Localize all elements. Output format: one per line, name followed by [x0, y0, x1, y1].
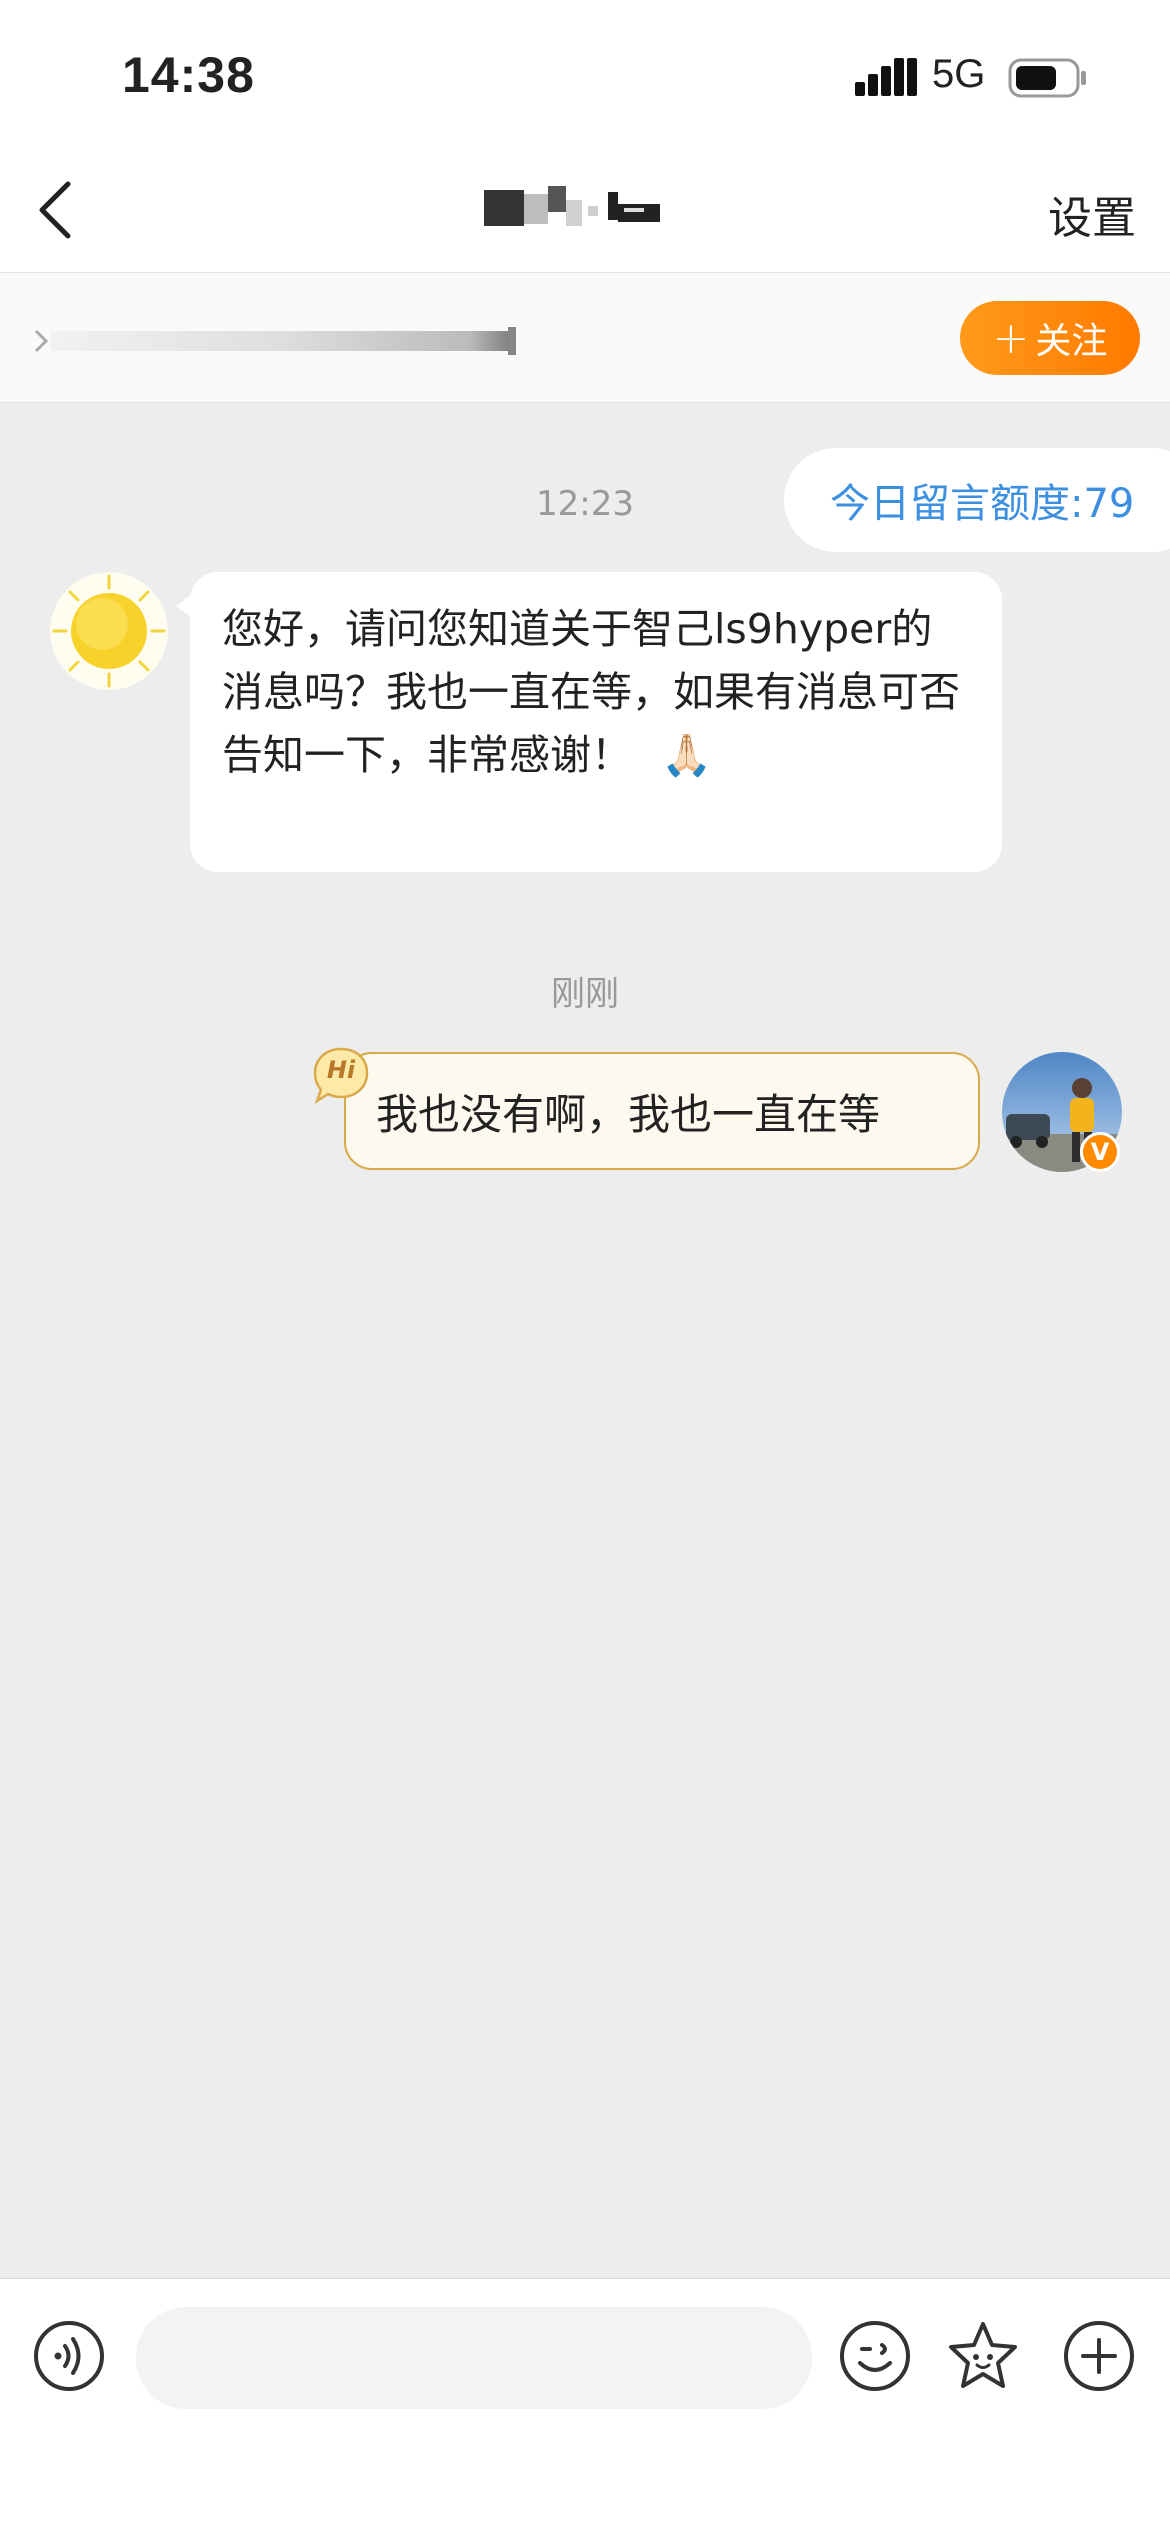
sent-message-bubble[interactable]: 我也没有啊，我也一直在等 [344, 1052, 980, 1170]
plus-circle-icon[interactable] [1062, 2319, 1136, 2393]
network-type: 5G [932, 52, 986, 96]
received-message-text: 您好，请问您知道关于智己ls9hyper的消息吗？我也一直在等，如果有消息可否告… [222, 605, 960, 779]
redacted-title-mask [484, 186, 660, 226]
timestamp: 12:23 [536, 484, 634, 524]
plus-icon: + [992, 312, 1030, 364]
hi-badge-icon: Hi [312, 1046, 370, 1104]
folded-hands-emoji: 🙏🏻 [661, 731, 713, 779]
follow-button[interactable]: + 关注 [960, 301, 1140, 375]
status-time: 14:38 [122, 47, 255, 103]
back-arrow-icon[interactable] [30, 172, 90, 244]
signal-icon [855, 58, 917, 96]
battery-icon [1008, 58, 1086, 98]
follow-bar: + 关注 [0, 273, 1170, 403]
follow-label: 关注 [1035, 321, 1108, 362]
received-message-bubble[interactable]: 您好，请问您知道关于智己ls9hyper的消息吗？我也一直在等，如果有消息可否告… [176, 572, 1002, 872]
settings-button[interactable]: 设置 [1048, 182, 1136, 246]
input-bar [0, 2278, 1170, 2533]
contact-avatar[interactable] [50, 572, 168, 690]
sticker-icon[interactable] [946, 2319, 1020, 2393]
hi-badge-label: Hi [326, 1056, 356, 1084]
nav-bar: 设置 [0, 150, 1170, 273]
status-bar: 14:38 5G [0, 0, 1170, 150]
sent-message-text: 我也没有啊，我也一直在等 [376, 1089, 881, 1139]
redacted-info-mask [34, 327, 516, 355]
message-input[interactable] [136, 2307, 812, 2409]
emoji-icon[interactable] [838, 2319, 912, 2393]
timestamp: 刚刚 [551, 974, 619, 1014]
voice-icon[interactable] [32, 2319, 106, 2393]
verified-badge: V [1080, 1132, 1120, 1172]
